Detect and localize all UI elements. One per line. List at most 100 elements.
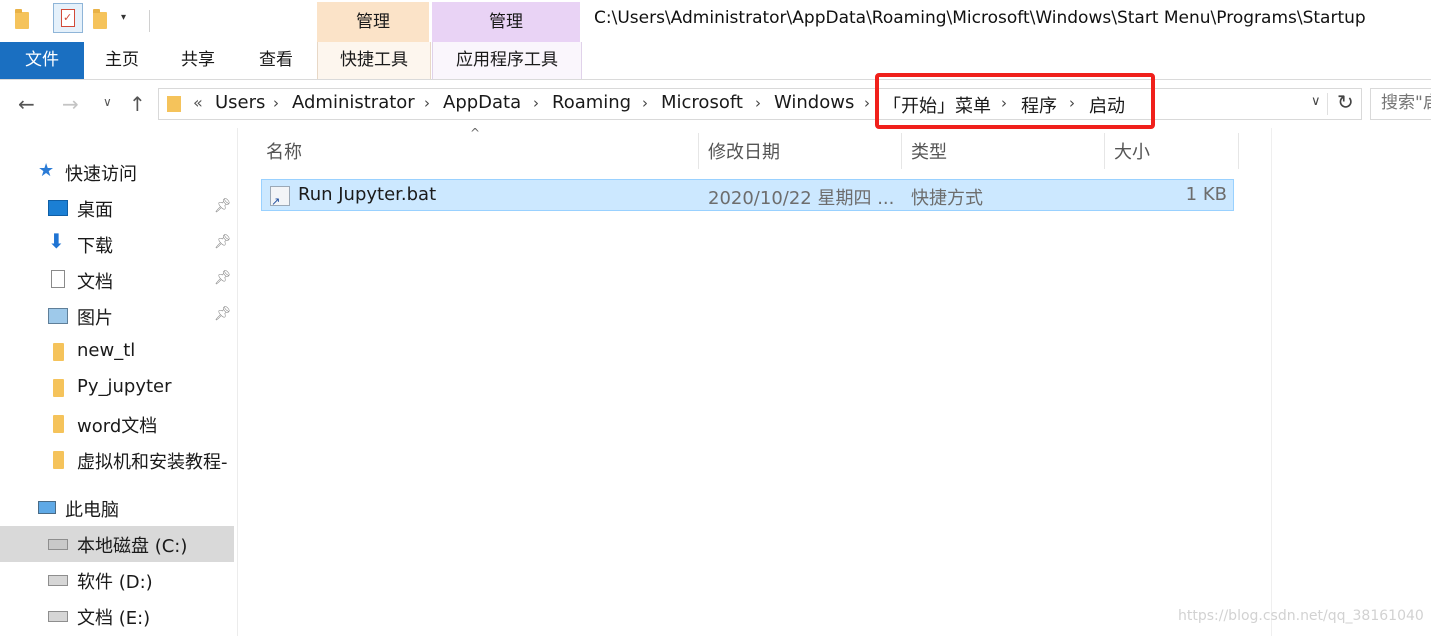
tab-shortcut-tools[interactable]: 快捷工具 (317, 42, 431, 79)
address-history-chevron-icon[interactable]: ∨ (1311, 94, 1321, 109)
sidebar-item-label: 文档 (77, 272, 113, 293)
shortcut-file-icon (270, 186, 290, 208)
sidebar-item-word-docs[interactable]: word文档 (0, 406, 234, 442)
breadcrumb-separator[interactable]: › (424, 94, 430, 112)
tab-application-tools[interactable]: 应用程序工具 (432, 42, 582, 79)
divider (1327, 93, 1328, 115)
sidebar-item-py-jupyter[interactable]: Py_jupyter (0, 370, 234, 406)
tab-home[interactable]: 主页 (88, 42, 156, 79)
file-row[interactable]: Run Jupyter.bat 2020/10/22 星期四 ... 快捷方式 … (261, 179, 1234, 211)
column-header-type[interactable]: 类型 (911, 138, 947, 164)
sidebar-item-label: Py_jupyter (77, 376, 172, 397)
watermark-text: https://blog.csdn.net/qq_38161040 (1178, 608, 1424, 624)
file-type: 快捷方式 (911, 188, 983, 209)
sidebar-item-this-pc[interactable]: 此电脑 (0, 490, 234, 526)
sidebar-item-downloads[interactable]: ⬇ 下载 📌︎ (0, 226, 234, 262)
breadcrumb-separator[interactable]: › (642, 94, 648, 112)
breadcrumb-separator[interactable]: › (755, 94, 761, 112)
sidebar-item-new-tl[interactable]: new_tl (0, 334, 234, 370)
folder-icon (167, 96, 181, 112)
file-name: Run Jupyter.bat (298, 184, 437, 205)
sidebar-item-drive-d[interactable]: 软件 (D:) (0, 562, 234, 598)
navigation-bar: ← → ∨ ↑ « Users › Administrator › AppDat… (0, 80, 1431, 128)
search-input[interactable] (1381, 93, 1431, 113)
folder-icon (53, 379, 64, 397)
breadcrumb-overflow[interactable]: « (193, 93, 203, 112)
sidebar-item-label: 文档 (E:) (77, 608, 151, 629)
refresh-icon[interactable]: ↻ (1337, 90, 1354, 114)
sidebar-item-label: 虚拟机和安装教程- (77, 452, 228, 473)
breadcrumb-users[interactable]: Users (215, 92, 265, 113)
file-size: 1 KB (1185, 184, 1227, 205)
customize-quick-access-chevron-icon[interactable]: ▾ (121, 12, 126, 23)
pin-icon[interactable]: 📌︎ (214, 198, 232, 214)
sidebar-item-label: 图片 (77, 308, 113, 329)
sidebar-item-label: 本地磁盘 (C:) (77, 536, 188, 557)
column-divider[interactable] (1104, 133, 1105, 169)
tab-file[interactable]: 文件 (0, 42, 84, 79)
computer-icon (38, 501, 56, 514)
drive-icon (48, 575, 68, 586)
window-title: C:\Users\Administrator\AppData\Roaming\M… (594, 8, 1366, 28)
title-bar: ▾ 管理 管理 C:\Users\Administrator\AppData\R… (0, 0, 1431, 42)
column-divider[interactable] (1238, 133, 1239, 169)
forward-arrow-icon[interactable]: → (62, 92, 79, 116)
divider (149, 10, 150, 32)
breadcrumb-roaming[interactable]: Roaming (552, 92, 631, 113)
context-tab-manage-application: 管理 (432, 2, 580, 42)
breadcrumb-separator[interactable]: › (273, 94, 279, 112)
tab-share[interactable]: 共享 (164, 42, 232, 79)
column-divider[interactable] (901, 133, 902, 169)
document-icon (51, 270, 65, 288)
sidebar-item-label: 下载 (77, 236, 113, 257)
annotation-highlight-box (875, 73, 1155, 129)
up-arrow-icon[interactable]: ↑ (129, 92, 146, 116)
recent-locations-chevron-icon[interactable]: ∨ (103, 95, 112, 109)
breadcrumb-administrator[interactable]: Administrator (292, 92, 415, 113)
pictures-icon (48, 308, 68, 324)
sidebar-item-label: 桌面 (77, 200, 113, 221)
file-date-modified: 2020/10/22 星期四 ... (708, 188, 895, 209)
address-bar[interactable]: « Users › Administrator › AppData › Roam… (158, 88, 1362, 120)
breadcrumb-microsoft[interactable]: Microsoft (661, 92, 743, 113)
sidebar-item-drive-c[interactable]: 本地磁盘 (C:) (0, 526, 234, 562)
breadcrumb-separator[interactable]: › (533, 94, 539, 112)
breadcrumb-windows[interactable]: Windows (774, 92, 854, 113)
sidebar-item-pictures[interactable]: 图片 📌︎ (0, 298, 234, 334)
sidebar-item-desktop[interactable]: 桌面 📌︎ (0, 190, 234, 226)
tab-view[interactable]: 查看 (241, 42, 311, 79)
file-list: 名称 修改日期 类型 大小 Run Jupyter.bat 2020/10/22… (240, 128, 1431, 636)
pin-icon[interactable]: 📌︎ (214, 270, 232, 286)
sidebar-item-label: new_tl (77, 340, 136, 361)
download-icon: ⬇ (48, 229, 65, 253)
sidebar-item-drive-e[interactable]: 文档 (E:) (0, 598, 234, 634)
context-tab-manage-shortcut: 管理 (317, 2, 429, 42)
back-arrow-icon[interactable]: ← (18, 92, 35, 116)
column-header-name[interactable]: 名称 (266, 138, 302, 164)
breadcrumb-separator[interactable]: › (864, 94, 870, 112)
sidebar-item-quick-access[interactable]: ★ 快速访问 (0, 154, 234, 190)
folder-icon (53, 451, 64, 469)
sidebar-item-label: 软件 (D:) (77, 572, 153, 593)
sidebar-item-label: 快速访问 (65, 164, 137, 185)
drive-icon (48, 611, 68, 622)
column-divider[interactable] (698, 133, 699, 169)
search-box[interactable] (1370, 88, 1431, 120)
sidebar-item-vm-tutorials[interactable]: 虚拟机和安装教程- (0, 442, 234, 478)
properties-button[interactable] (53, 3, 83, 33)
pin-icon[interactable]: 📌︎ (214, 234, 232, 250)
column-header-size[interactable]: 大小 (1114, 138, 1150, 164)
folder-icon (53, 415, 64, 433)
ribbon-tabs: 文件 主页 共享 查看 快捷工具 应用程序工具 (0, 42, 1431, 80)
new-folder-icon[interactable] (93, 9, 107, 29)
breadcrumb-appdata[interactable]: AppData (443, 92, 521, 113)
sidebar-item-label: word文档 (77, 416, 158, 437)
sidebar-item-documents[interactable]: 文档 📌︎ (0, 262, 234, 298)
drive-icon (48, 539, 68, 550)
folder-icon[interactable] (15, 9, 29, 29)
properties-icon (61, 9, 75, 27)
sidebar-item-label: 此电脑 (65, 500, 119, 521)
column-header-date-modified[interactable]: 修改日期 (708, 138, 780, 164)
pin-icon[interactable]: 📌︎ (214, 306, 232, 322)
desktop-icon (48, 200, 68, 216)
